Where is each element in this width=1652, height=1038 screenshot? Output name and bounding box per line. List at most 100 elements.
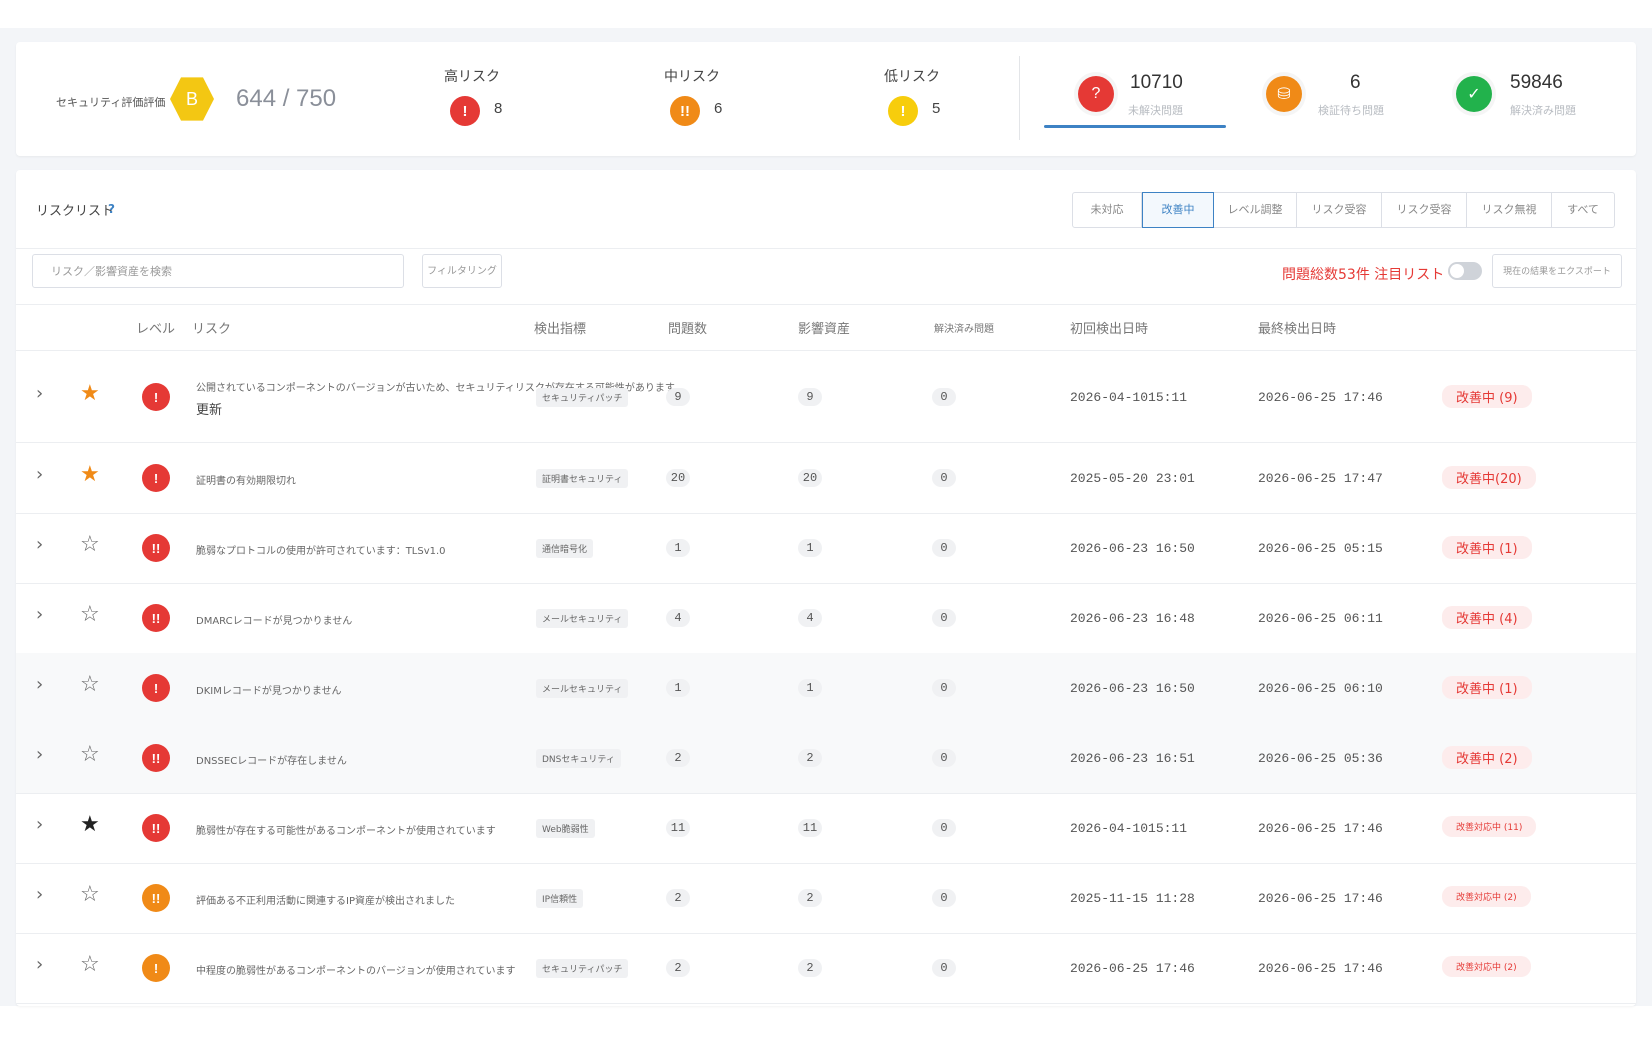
- expand-chevron-icon[interactable]: ›: [36, 383, 43, 404]
- star-icon[interactable]: ☆: [80, 532, 100, 557]
- export-button[interactable]: 現在の結果をエクスポート: [1492, 254, 1622, 288]
- tab-risk-accept-1[interactable]: リスク受容: [1297, 193, 1382, 227]
- status-badge[interactable]: 改善対応中 (2): [1442, 886, 1531, 907]
- risk-name[interactable]: DMARCレコードが見つかりません: [196, 612, 352, 627]
- level-icon: !: [142, 674, 170, 702]
- risk-name[interactable]: 脆弱性が存在する可能性があるコンポーネントが使用されています: [196, 822, 496, 837]
- issue-total-watchlist: 問題総数53件 注目リスト: [1282, 264, 1444, 284]
- affected-count: 2: [798, 889, 822, 907]
- issue-total: 問題総数53件: [1282, 267, 1370, 283]
- table-row[interactable]: › ☆!! 評価ある不正利用活動に関連するIP資産が検出されました IP信頼性 2 2 0 2…: [16, 863, 1636, 934]
- first-detected-date: 2026-06-23 16:51: [1070, 751, 1195, 766]
- risk-name[interactable]: DNSSECレコードが存在しません: [196, 752, 347, 767]
- tab-unhandled[interactable]: 未対応: [1073, 193, 1142, 227]
- star-icon[interactable]: ☆: [80, 952, 100, 977]
- issue-count: 1: [666, 539, 690, 557]
- tab-level-adjust[interactable]: レベル調整: [1214, 193, 1297, 227]
- tab-improving[interactable]: 改善中: [1142, 192, 1214, 228]
- resolved-count[interactable]: 59846: [1510, 72, 1563, 94]
- expand-chevron-icon[interactable]: ›: [36, 954, 43, 975]
- security-summary-card: セキュリティ評価評価 B 644 / 750 高リスク ! 8 中リスク !! …: [16, 42, 1636, 156]
- col-level: レベル: [136, 322, 176, 337]
- expand-chevron-icon[interactable]: ›: [36, 534, 43, 555]
- star-icon[interactable]: ☆: [80, 742, 100, 767]
- tab-all[interactable]: すべて: [1552, 193, 1614, 227]
- resolved-label: 解決済み問題: [1510, 104, 1576, 117]
- star-icon[interactable]: ☆: [80, 882, 100, 907]
- status-badge[interactable]: 改善中 (1): [1442, 676, 1532, 699]
- resolved-count: 0: [932, 469, 956, 487]
- low-risk-count: 5: [932, 100, 941, 117]
- divider: [16, 304, 1636, 305]
- status-badge[interactable]: 改善中(20): [1442, 466, 1536, 489]
- stack-icon: ⛁: [1266, 76, 1302, 112]
- star-icon[interactable]: ☆: [80, 602, 100, 627]
- medium-risk-label: 中リスク: [664, 69, 720, 85]
- tab-risk-ignore[interactable]: リスク無視: [1467, 193, 1552, 227]
- col-first-detected: 初回検出日時: [1070, 322, 1149, 337]
- expand-chevron-icon[interactable]: ›: [36, 744, 43, 765]
- star-icon[interactable]: ★: [80, 812, 100, 837]
- table-row[interactable]: › ★!! 脆弱性が存在する可能性があるコンポーネントが使用されています Web脆弱性…: [16, 793, 1636, 864]
- high-risk-icon: !: [450, 96, 480, 126]
- level-icon: !!: [142, 534, 170, 562]
- status-badge[interactable]: 改善中 (1): [1442, 536, 1532, 559]
- resolved-count: 0: [932, 539, 956, 557]
- first-detected-date: 2026-06-23 16:50: [1070, 681, 1195, 696]
- issue-count: 9: [666, 388, 690, 406]
- table-row[interactable]: › ☆! 中程度の脆弱性があるコンポーネントのバージョンが使用されています セキュリテ…: [16, 933, 1636, 1004]
- affected-count: 11: [798, 819, 822, 837]
- unresolved-count[interactable]: 10710: [1130, 72, 1183, 94]
- pending-verification-count[interactable]: 6: [1350, 72, 1361, 94]
- page: セキュリティ評価評価 B 644 / 750 高リスク ! 8 中リスク !! …: [0, 0, 1652, 1038]
- expand-chevron-icon[interactable]: ›: [36, 814, 43, 835]
- help-icon[interactable]: ?: [108, 202, 115, 216]
- last-detected-date: 2026-06-25 17:46: [1258, 821, 1383, 836]
- expand-chevron-icon[interactable]: ›: [36, 674, 43, 695]
- status-badge[interactable]: 改善中 (2): [1442, 746, 1532, 769]
- risk-name[interactable]: 中程度の脆弱性があるコンポーネントのバージョンが使用されています: [196, 962, 516, 977]
- risk-name[interactable]: DKIMレコードが見つかりません: [196, 682, 342, 697]
- summary-divider: [1019, 56, 1020, 140]
- detection-tag: セキュリティパッチ: [536, 388, 629, 407]
- risk-name[interactable]: 評価ある不正利用活動に関連するIP資産が検出されました: [196, 892, 455, 907]
- table-row[interactable]: › ☆! DKIMレコードが見つかりません メールセキュリティ 1 1 0 2026-06-2…: [16, 653, 1636, 724]
- affected-count: 2: [798, 749, 822, 767]
- risk-name[interactable]: 証明書の有効期限切れ: [196, 472, 296, 487]
- col-resolved: 解決済み問題: [934, 324, 994, 335]
- table-row[interactable]: › ★! 公開されているコンポーネントのバージョンが古いため、セキュリティリスクが存…: [16, 352, 1636, 443]
- status-badge[interactable]: 改善対応中 (2): [1442, 956, 1531, 977]
- expand-chevron-icon[interactable]: ›: [36, 604, 43, 625]
- low-risk-label: 低リスク: [884, 69, 940, 85]
- table-row[interactable]: › ★! 証明書の有効期限切れ 証明書セキュリティ 20 20 0 2025-05-20 23…: [16, 443, 1636, 514]
- detection-tag: 証明書セキュリティ: [536, 469, 629, 488]
- status-badge[interactable]: 改善中 (4): [1442, 606, 1532, 629]
- tab-risk-accept-2[interactable]: リスク受容: [1382, 193, 1467, 227]
- question-icon: ?: [1078, 76, 1114, 112]
- detection-tag: メールセキュリティ: [536, 609, 629, 628]
- expand-chevron-icon[interactable]: ›: [36, 464, 43, 485]
- star-icon[interactable]: ★: [80, 381, 100, 406]
- status-badge[interactable]: 改善中 (9): [1442, 385, 1532, 408]
- table-row[interactable]: › ☆!! DNSSECレコードが存在しません DNSセキュリティ 2 2 0 2026-06…: [16, 723, 1636, 794]
- last-detected-date: 2026-06-25 17:47: [1258, 471, 1383, 486]
- issue-count: 4: [666, 609, 690, 627]
- affected-count: 20: [798, 469, 822, 487]
- medium-risk-count: 6: [714, 100, 723, 117]
- table-row[interactable]: › ☆!! DMARCレコードが見つかりません メールセキュリティ 4 4 0 2026-06…: [16, 583, 1636, 654]
- pending-verification-label: 検証待ち問題: [1318, 104, 1384, 117]
- last-detected-date: 2026-06-25 17:46: [1258, 891, 1383, 906]
- risk-name[interactable]: 脆弱なプロトコルの使用が許可されています：TLSv1.0: [196, 542, 446, 557]
- issue-count: 11: [666, 819, 690, 837]
- affected-count: 4: [798, 609, 822, 627]
- expand-chevron-icon[interactable]: ›: [36, 884, 43, 905]
- level-icon: !: [142, 383, 170, 411]
- star-icon[interactable]: ☆: [80, 672, 100, 697]
- score-label: セキュリティ評価評価: [56, 96, 166, 109]
- status-badge[interactable]: 改善対応中 (11): [1442, 816, 1537, 837]
- table-row[interactable]: › ☆!! 脆弱なプロトコルの使用が許可されています：TLSv1.0 通信暗号化 1 1 0…: [16, 513, 1636, 584]
- filter-button[interactable]: フィルタリング: [422, 254, 502, 288]
- star-icon[interactable]: ★: [80, 462, 100, 487]
- search-input[interactable]: リスク／影響資産を検索: [32, 254, 404, 288]
- issue-count: 20: [666, 469, 690, 487]
